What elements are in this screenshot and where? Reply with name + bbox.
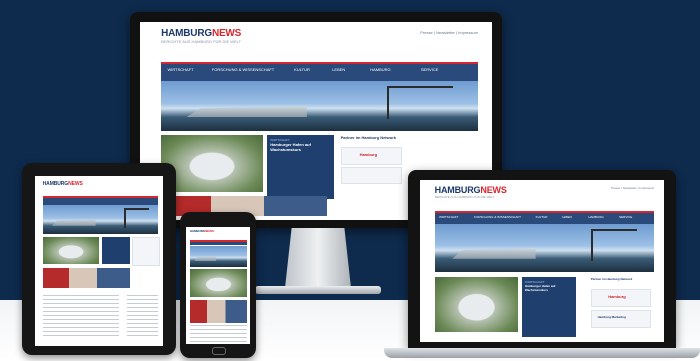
tablet-harbor-crane [123,207,149,228]
site-tagline: BERICHTE AUS HAMBURG FÜR DIE WELT [161,38,242,44]
laptop-nav-wirtschaft[interactable]: WIRTSCHAFT [439,215,459,219]
laptop-partner-ad-2[interactable]: Hamburg Marketing [590,309,652,328]
laptop-nav-leben[interactable]: LEBEN [562,215,572,219]
phone-navigation[interactable] [189,239,248,246]
laptop-partner-ad-2-label: Hamburg Marketing [597,315,626,320]
nav-item-wirtschaft[interactable]: WIRTSCHAFT [167,67,193,72]
sidebar-title: Partner im Hamburg Network [340,134,396,140]
partner-ad-label: Hamburg [359,151,378,157]
laptop-navigation: WIRTSCHAFT FORSCHUNG & WISSENSCHAFT KULT… [434,210,655,225]
phone-site-header: HAMBURGNEWS [190,229,248,238]
phone-article-thumbnail[interactable] [189,269,248,298]
news-teaser[interactable]: WIRTSCHAFT Hamburger Hafen auf Wachstums… [266,134,334,200]
laptop-screen: HAMBURGNEWS BERICHTE AUS HAMBURG FÜR DIE… [420,180,664,342]
phone-hero-image[interactable] [189,245,248,267]
monitor-stand-neck [285,228,351,288]
phone-dockland-building [194,256,217,261]
laptop-base [384,348,700,358]
hero-image[interactable] [161,81,478,131]
laptop-dockland-building [452,248,536,259]
laptop-nav-hamburg[interactable]: HAMBURG [588,215,603,219]
main-navigation: WIRTSCHAFT FORSCHUNG & WISSENSCHAFT KULT… [161,61,478,82]
nav-item-kultur[interactable]: KULTUR [294,67,310,72]
laptop-site-tagline: BERICHTE AUS HAMBURG FÜR DIE WELT [434,194,495,199]
laptop-sidebar-title: Partner im Hamburg Network [590,277,633,282]
laptop-partner-ad[interactable]: Hamburg [590,288,652,307]
tablet-navigation[interactable] [42,196,158,206]
tablet-photo-strip[interactable] [42,267,130,289]
partner-ad-2[interactable] [340,166,403,185]
phone-site-logo[interactable]: HAMBURGNEWS [190,229,248,233]
tablet-dockland-building [51,219,96,226]
dockland-building [186,106,307,118]
laptop-partner-ad-label: Hamburg [608,293,626,299]
tablet-news-teaser[interactable] [101,237,130,265]
phone-home-button[interactable] [212,347,226,355]
tablet-partner-ad[interactable] [132,237,160,267]
laptop-nav-forschung[interactable]: FORSCHUNG & WISSENSCHAFT [474,215,521,219]
harbor-crane [387,86,453,120]
nav-item-service[interactable]: SERVICE [421,67,439,72]
tablet-site-logo[interactable]: HAMBURGNEWS [43,181,158,187]
nav-item-forschung[interactable]: FORSCHUNG & WISSENSCHAFT [212,67,274,72]
tablet-article-thumbnail[interactable] [42,237,99,265]
phone-screen: HAMBURGNEWS [186,227,250,344]
tablet-article-list[interactable] [42,295,120,340]
laptop-harbor-crane [590,228,637,261]
tablet-screen: HAMBURGNEWS [35,176,163,346]
nav-item-hamburg[interactable]: HAMBURG [370,67,390,72]
utility-links[interactable]: Presse | Newsletter | Impressum [420,30,478,35]
monitor-stand-base [255,286,381,294]
nav-item-leben[interactable]: LEBEN [332,67,345,72]
phone-article-list[interactable] [189,325,248,342]
laptop-nav-kultur[interactable]: KULTUR [536,215,548,219]
tablet-hero-image[interactable] [42,204,158,234]
laptop-utility-links[interactable]: Presse | Newsletter | Impressum [611,186,654,190]
tablet-sidebar-list[interactable] [127,295,158,340]
phone-photo-strip[interactable] [189,299,248,323]
partner-ad[interactable]: Hamburg [340,146,403,165]
news-teaser-headline: Hamburger Hafen auf Wachstumskurs [270,142,311,153]
laptop-hero-image[interactable] [434,223,655,273]
laptop-news-teaser[interactable]: WIRTSCHAFT Hamburger Hafen auf Wachstums… [522,277,577,338]
laptop-article-thumbnail[interactable] [434,277,518,333]
article-thumbnail[interactable] [161,134,264,193]
laptop-nav-service[interactable]: SERVICE [619,215,632,219]
laptop-news-teaser-headline: Hamburger Hafen auf Wachstumskurs [524,283,556,292]
